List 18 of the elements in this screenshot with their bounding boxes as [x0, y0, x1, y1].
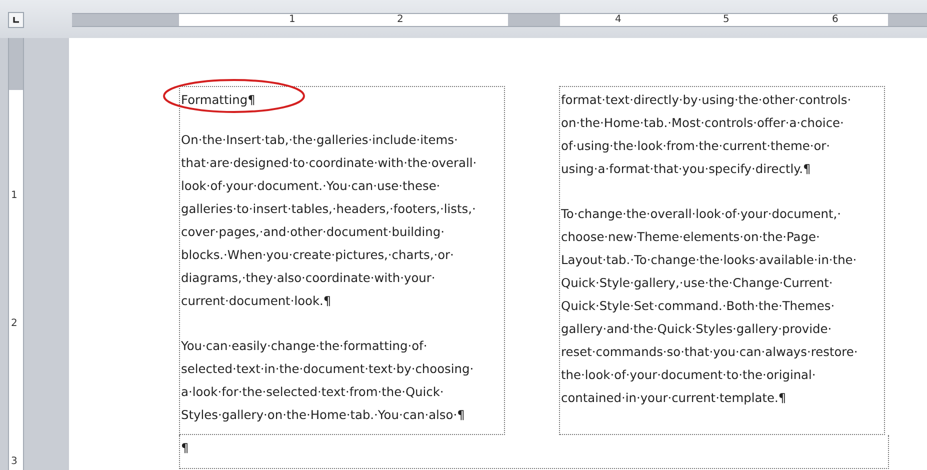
ruler-number: 5: [723, 14, 730, 26]
vertical-ruler[interactable]: 1 2 3: [8, 38, 24, 470]
ruler-number: 2: [11, 318, 18, 330]
ruler-number: 2: [397, 14, 404, 26]
ruler-number: 3: [11, 456, 18, 468]
ruler-number: 6: [832, 14, 838, 26]
paragraph-text: To·change·the·overall·look·of·your·document,· choose·new·Theme·elements·on·the·Page· Layout·tab.·To·change·the·looks·available·in·the· Quick·Style·gallery,·use·the·Change·Current· Quick·Style·Set·command.·Both·the·Themes· gallery·and·the·Quick·Styles·gallery·provide· reset·commands·so·that·you·can·always·restore· the·look·of·your·document·to·the·original· contained·in·your·current·template.¶: [561, 206, 859, 407]
ruler-number: 1: [289, 14, 296, 26]
left-tab-icon: [12, 16, 20, 24]
paragraph-mark: ¶: [181, 441, 189, 455]
paragraph-text: On·the·Insert·tab,·the·galleries·include·items· that·are·designed·to·coordinate·with·the·overall· look·of·your·document.·You·can·use·these· galleries·to·insert·tables,·headers,·footers,·lists,· cover·pages,·and·other·document·building· blocks.·When·you·create·pictures,·charts,·or· diagrams,·they·also·coordinate·with·your· current·document·look.¶: [181, 132, 478, 310]
heading-text: Formatting¶: [181, 92, 256, 109]
ruler-number: 4: [615, 14, 622, 26]
horizontal-ruler[interactable]: 1 2 4 5 6: [72, 13, 927, 27]
paragraph-text: You·can·easily·change·the·formatting·of· selected·text·in·the·document·text·by·choosing· a·look·for·the·selected·text·from·the·Quick· Styles·gallery·on·the·Home·tab.·You·can·also·¶: [181, 338, 475, 424]
paragraph-text: format·text·directly·by·using·the·other·controls· on·the·Home·tab.·Most·controls·offer·a·choice· of·using·the·look·from·the·current·theme·or· using·a·format·that·you·specify·directly.¶: [561, 92, 852, 178]
tab-stop-button[interactable]: [8, 12, 24, 28]
ruler-number: 1: [11, 190, 18, 202]
